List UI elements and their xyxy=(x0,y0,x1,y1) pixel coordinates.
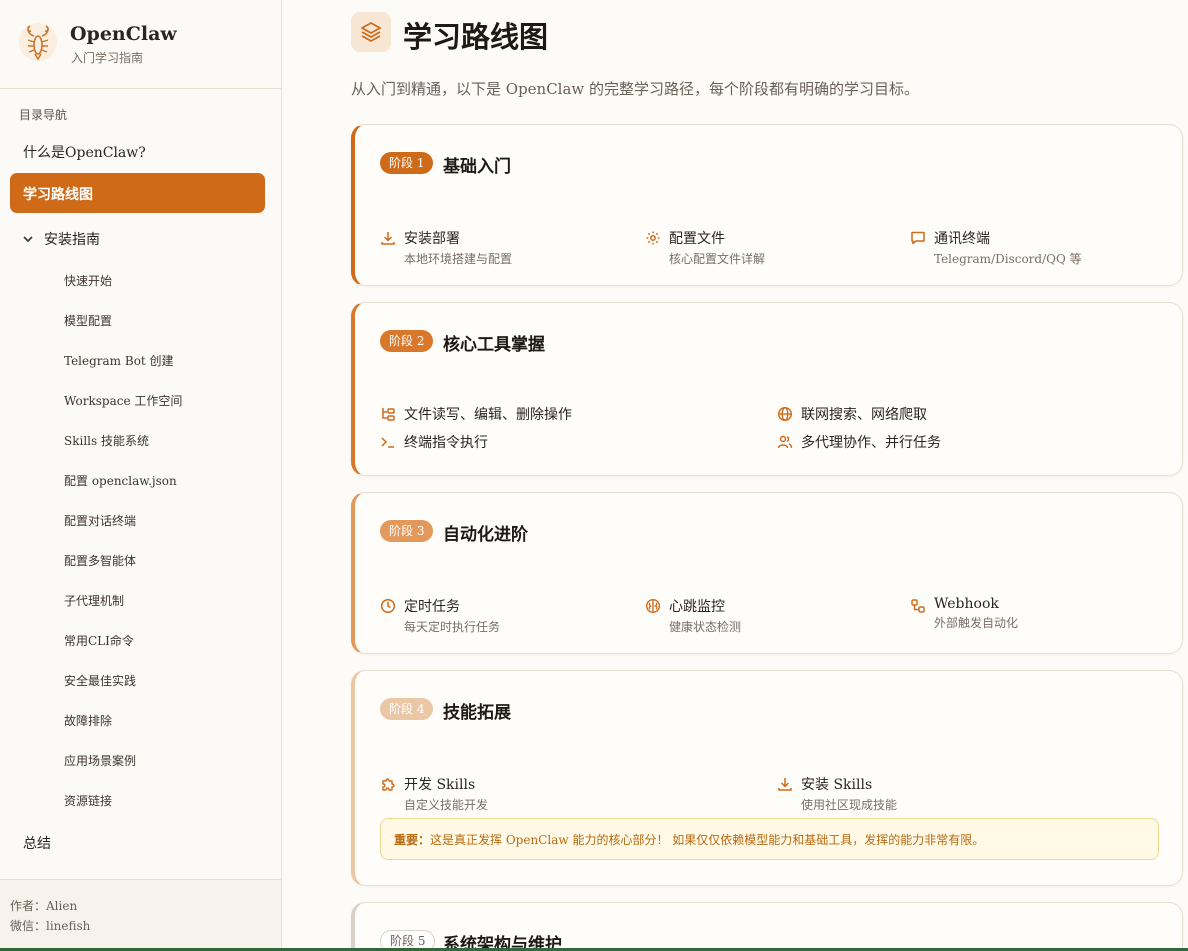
stage-item-label: 安装部署 xyxy=(404,231,460,247)
stage-item-sub: 本地环境搭建与配置 xyxy=(404,252,513,266)
stage-item-label: 文件读写、编辑、删除操作 xyxy=(404,407,572,423)
message-icon xyxy=(911,231,925,245)
puzzle-icon xyxy=(382,778,395,791)
nav-sub-item[interactable]: 故障排除 xyxy=(64,712,112,729)
nav-sub-item[interactable]: 应用场景案例 xyxy=(64,752,136,769)
stage-item: 开发 Skills 自定义技能开发 xyxy=(380,774,488,813)
nav-heading: 目录导航 xyxy=(19,108,68,122)
nav-sub-item[interactable]: 常用CLI命令 xyxy=(64,632,134,649)
notice-strong: 重要： xyxy=(394,833,431,847)
stage-item-label: 开发 Skills xyxy=(404,777,476,793)
gear-icon xyxy=(646,231,660,245)
download-icon xyxy=(778,778,792,791)
sidebar-footer: 作者：Alien 微信：linefish xyxy=(0,879,281,951)
download-icon xyxy=(381,232,395,245)
brand-name: OpenClaw xyxy=(70,23,177,45)
layers-icon xyxy=(351,12,391,52)
stage-card-5: 阶段 5 系统架构与维护 xyxy=(351,902,1183,951)
stage-card-2: 阶段 2 核心工具掌握 文件读写、编辑、删除操作 联网搜索、网络爬取 终端指令执… xyxy=(351,302,1183,476)
stage-badge: 阶段 4 xyxy=(380,698,434,720)
stage-item: 终端指令执行 xyxy=(380,432,488,452)
stage-item: 文件读写、编辑、删除操作 xyxy=(380,404,572,424)
nav-sub-item[interactable]: 配置多智能体 xyxy=(64,552,136,569)
nav-sub-item[interactable]: 子代理机制 xyxy=(64,592,124,609)
nav-group-install-label: 安装指南 xyxy=(44,232,100,248)
sidebar: OpenClaw 入门学习指南 目录导航 什么是OpenClaw? 学习路线图 … xyxy=(0,0,282,951)
brand-subtitle: 入门学习指南 xyxy=(71,51,144,65)
stage-item-sub: 自定义技能开发 xyxy=(404,798,489,812)
brain-icon xyxy=(645,598,661,614)
page-description: 从入门到精通，以下是 OpenClaw 的完整学习路径，每个阶段都有明确的学习目… xyxy=(351,80,920,98)
wechat-text: 微信：linefish xyxy=(10,919,91,933)
webhook-icon xyxy=(911,599,925,613)
stage-item-sub: 健康状态检测 xyxy=(669,620,742,634)
stage-item: 通讯终端 Telegram/Discord/QQ 等 xyxy=(910,228,1082,267)
important-notice: 重要：这是真正发挥 OpenClaw 能力的核心部分！ 如果仅仅依赖模型能力和基… xyxy=(380,818,1159,860)
file-tree-icon xyxy=(382,408,395,421)
stage-badge: 阶段 2 xyxy=(380,330,434,352)
stage-item: 安装部署本地环境搭建与配置 xyxy=(380,228,512,267)
stage-title: 基础入门 xyxy=(443,157,511,177)
nav-group-install[interactable]: 安装指南 xyxy=(22,229,100,249)
stage-card-1: 阶段 1 基础入门 安装部署本地环境搭建与配置 配置文件核心配置文件详解 通讯终… xyxy=(351,124,1183,286)
nav-sub-item[interactable]: 配置 openclaw.json xyxy=(64,472,177,489)
stage-item: Webhook 外部触发自动化 xyxy=(910,596,1018,631)
stage-badge: 阶段 1 xyxy=(380,152,434,174)
stage-title: 自动化进阶 xyxy=(443,525,528,545)
nav-sub-item[interactable]: 配置对话终端 xyxy=(64,512,136,529)
chevron-down-icon xyxy=(23,236,33,243)
stage-item: 定时任务每天定时执行任务 xyxy=(380,596,500,635)
stage-item-label: Webhook xyxy=(934,596,999,612)
stage-item: 联网搜索、网络爬取 xyxy=(777,404,927,424)
stage-item-label: 多代理协作、并行任务 xyxy=(801,435,941,451)
clock-icon xyxy=(380,598,396,614)
nav-sub-item[interactable]: Skills 技能系统 xyxy=(64,432,149,449)
lobster-logo-icon xyxy=(19,23,57,61)
nav-sub-item[interactable]: 模型配置 xyxy=(64,312,112,329)
globe-icon xyxy=(777,406,793,422)
stage-title: 核心工具掌握 xyxy=(443,335,545,355)
nav-sub-item[interactable]: Telegram Bot 创建 xyxy=(64,352,174,369)
brand-header: OpenClaw 入门学习指南 xyxy=(0,0,281,89)
nav-sub-item[interactable]: 资源链接 xyxy=(64,792,112,809)
users-icon xyxy=(777,435,793,449)
stage-item-label: 联网搜索、网络爬取 xyxy=(801,407,927,423)
stage-item: 多代理协作、并行任务 xyxy=(777,432,941,452)
author-text: 作者：Alien xyxy=(10,899,78,913)
stage-card-4: 阶段 4 技能拓展 开发 Skills 自定义技能开发 安装 Skills 使用社区… xyxy=(351,670,1183,886)
stage-item-sub: 每天定时执行任务 xyxy=(404,620,501,634)
nav-sub-item[interactable]: Workspace 工作空间 xyxy=(64,392,182,409)
nav-item-what-is[interactable]: 什么是OpenClaw? xyxy=(23,142,146,162)
stage-item-label: 终端指令执行 xyxy=(404,435,488,451)
stage-item-sub: 外部触发自动化 xyxy=(934,616,1019,630)
stage-item-label: 安装 Skills xyxy=(801,777,873,793)
stage-card-3: 阶段 3 自动化进阶 定时任务每天定时执行任务 心跳监控健康状态检测 Webho… xyxy=(351,492,1183,654)
stage-item: 配置文件核心配置文件详解 xyxy=(645,228,765,267)
stage-item: 心跳监控健康状态检测 xyxy=(645,596,741,635)
stage-item-sub: 核心配置文件详解 xyxy=(669,252,766,266)
stage-item-label: 心跳监控 xyxy=(669,599,725,615)
page-title: 学习路线图 xyxy=(403,20,549,54)
stage-item-label: 通讯终端 xyxy=(934,231,990,247)
stage-item-sub: Telegram/Discord/QQ 等 xyxy=(934,252,1082,266)
notice-text: 这是真正发挥 OpenClaw 能力的核心部分！ 如果仅仅依赖模型能力和基础工具… xyxy=(430,833,985,847)
nav-item-summary[interactable]: 总结 xyxy=(23,833,51,853)
stage-item-label: 配置文件 xyxy=(669,231,725,247)
stage-item-label: 定时任务 xyxy=(404,599,460,615)
stage-badge: 阶段 3 xyxy=(380,520,434,542)
terminal-icon xyxy=(381,437,394,448)
stage-item: 安装 Skills 使用社区现成技能 xyxy=(777,774,897,813)
nav-item-roadmap[interactable]: 学习路线图 xyxy=(10,173,265,213)
stage-title: 技能拓展 xyxy=(443,703,511,723)
stage-item-sub: 使用社区现成技能 xyxy=(801,798,898,812)
nav-sub-item[interactable]: 快速开始 xyxy=(64,272,112,289)
nav-sub-item[interactable]: 安全最佳实践 xyxy=(64,672,136,689)
